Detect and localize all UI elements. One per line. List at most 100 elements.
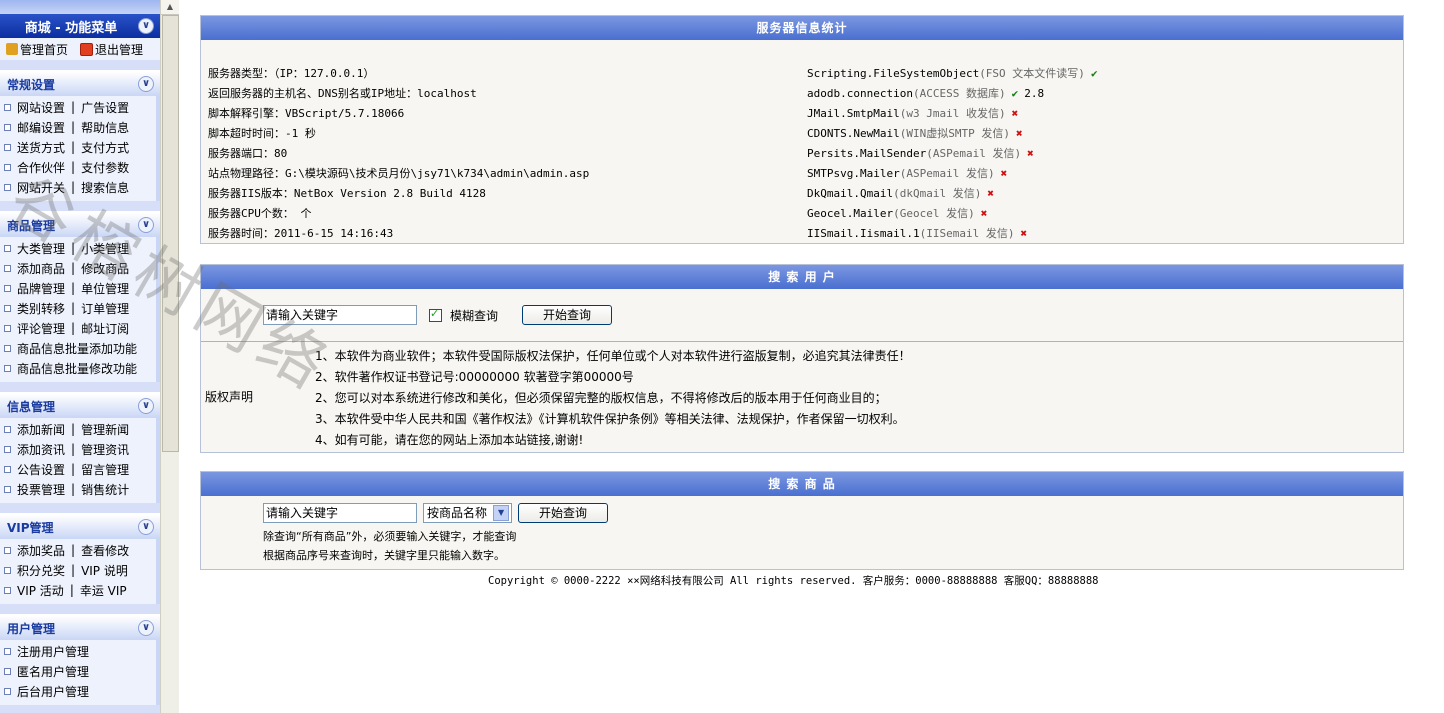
component-desc: (ASPemail 发信) [926,147,1022,160]
component-desc: (ASPemail 发信) [899,167,995,180]
bullet-icon [4,103,11,111]
logout-link[interactable]: 退出管理 [80,41,143,58]
scroll-up-icon[interactable]: ▲ [161,0,179,15]
menu-group: 用户管理 ∨ 注册用户管理 匿名用户管理 后台用户管理 [0,614,160,705]
menu-link[interactable]: 管理新闻 [81,421,129,438]
menu-link[interactable]: 后台用户管理 [17,683,89,700]
server-info-row: 服务器端口：80 [208,147,288,160]
menu-link[interactable]: 品牌管理 [17,280,65,297]
separator: | [71,422,76,436]
menu-row: 公告设置 | 留言管理 [0,459,156,479]
menu-link[interactable]: 商品信息批量修改功能 [17,360,137,377]
menu-row: 注册用户管理 [0,641,156,661]
menu-row: 邮编设置 | 帮助信息 [0,117,156,137]
component-row: SMTPsvg.Mailer(ASPemail 发信) ✖ [807,164,1098,184]
copyright-section: 版权声明 1、本软件为商业软件；本软件受国际版权法保护，任何单位或个人对本软件进… [201,341,1403,452]
menu-link[interactable]: 广告设置 [81,99,129,116]
exit-icon [80,42,94,56]
menu-group-header[interactable]: 信息管理 ∨ [0,394,160,418]
goods-keyword-input[interactable]: 请输入关键字 [263,503,417,523]
check-icon: ✔ [1090,67,1098,80]
goods-search-button[interactable]: 开始查询 [518,503,609,523]
menu-link[interactable]: VIP 活动 [17,582,64,599]
server-info-row: 服务器CPU个数： 个 [208,207,312,220]
bullet-icon [4,324,11,332]
menu-row: 积分兑奖 | VIP 说明 [0,560,156,580]
chevron-down-icon[interactable]: ∨ [138,76,154,92]
bullet-icon [4,244,11,252]
menu-link[interactable]: 销售统计 [81,481,129,498]
menu-link[interactable]: 管理资讯 [81,441,129,458]
menu-link[interactable]: 公告设置 [17,461,65,478]
component-version: 2.8 [1024,87,1045,100]
chevron-down-icon[interactable]: ∨ [138,519,154,535]
chevron-down-icon[interactable]: ∨ [138,398,154,414]
home-link-label: 管理首页 [20,42,69,57]
menu-link[interactable]: 幸运 VIP [80,582,127,599]
server-info-row: 服务器类型：（IP：127.0.0.1） [208,67,375,80]
copyright-line: 4、如有可能，请在您的网站上添加本站链接,谢谢! [315,433,584,447]
menu-link[interactable]: 支付方式 [81,139,129,156]
menu-link[interactable]: VIP 说明 [81,562,128,579]
logout-link-label: 退出管理 [95,42,144,57]
menu-link[interactable]: 评论管理 [17,320,65,337]
menu-title: 商城 - 功能菜单 [24,20,118,36]
menu-group-title: 用户管理 [7,621,56,636]
menu-group-header[interactable]: 常规设置 ∨ [0,72,160,96]
bullet-icon [4,143,11,151]
component-row: Geocel.Mailer(Geocel 发信) ✖ [807,204,1098,224]
vertical-scrollbar[interactable]: ▲ [160,0,179,713]
menu-link[interactable]: 投票管理 [17,481,65,498]
server-info-row: 服务器时间：2011-6-15 14:16:43 [208,227,394,240]
menu-link[interactable]: 邮编设置 [17,119,65,136]
component-name: adodb.connection [807,87,913,100]
cross-icon: ✖ [1000,167,1008,180]
menu-row: 商品信息批量添加功能 [0,338,156,358]
menu-link[interactable]: 添加奖品 [17,542,65,559]
menu-link[interactable]: 邮址订阅 [81,320,129,337]
menu-link[interactable]: 留言管理 [81,461,129,478]
fuzzy-checkbox[interactable] [429,307,442,322]
menu-group-body: 注册用户管理 匿名用户管理 后台用户管理 [0,640,160,705]
goods-search-row: 请输入关键字 按商品名称 ▼ 开始查询 [263,503,609,523]
menu-row: 匿名用户管理 [0,661,156,681]
menu-link[interactable]: 注册用户管理 [17,643,89,660]
menu-group: 信息管理 ∨ 添加新闻 | 管理新闻 添加资讯 | 管理资讯 公告设置 | 留言管理 投票管理 | 销售统… [0,392,160,503]
menu-row: 添加资讯 | 管理资讯 [0,439,156,459]
menu-link[interactable]: 商品信息批量添加功能 [17,340,137,357]
chevron-down-icon[interactable]: ▼ [493,505,510,521]
menu-link[interactable]: 帮助信息 [81,119,129,136]
server-info-title: 服务器信息统计 [201,16,1403,40]
menu-row: 网站设置 | 广告设置 [0,97,156,117]
menu-quick-links: 管理首页 退出管理 [0,38,160,60]
menu-link[interactable]: 添加资讯 [17,441,65,458]
copyright-line: 2、软件著作权证书登记号:00000000 软著登字第00000号 [315,370,634,384]
search-field-select[interactable]: 按商品名称 ▼ [423,503,513,523]
chevron-down-icon[interactable]: ∨ [138,18,154,34]
component-desc: (ACCESS 数据库) [912,87,1006,100]
cross-icon: ✖ [1015,127,1023,140]
menu-link[interactable]: 积分兑奖 [17,562,65,579]
menu-link[interactable]: 类别转移 [17,300,65,317]
menu-group-header[interactable]: 用户管理 ∨ [0,616,160,640]
user-search-title: 搜 索 用 户 [201,265,1403,289]
component-desc: (IISemail 发信) [919,227,1015,240]
menu-group-body: 添加新闻 | 管理新闻 添加资讯 | 管理资讯 公告设置 | 留言管理 投票管理 | 销售统计 [0,418,160,503]
component-name: IISmail.Iismail.1 [807,227,920,240]
menu-link[interactable]: 查看修改 [81,542,129,559]
component-name: DkQmail.Qmail [807,187,894,200]
server-info-panel: 服务器信息统计 服务器类型：（IP：127.0.0.1） 返回服务器的主机名、DN… [200,15,1404,244]
home-link[interactable]: 管理首页 [6,41,68,58]
menu-link[interactable]: 添加新闻 [17,421,65,438]
fuzzy-label: 模糊查询 [450,308,499,323]
user-search-button[interactable]: 开始查询 [522,305,613,325]
menu-link[interactable]: 网站设置 [17,99,65,116]
menu-group-header[interactable]: VIP管理 ∨ [0,515,160,539]
menu-link[interactable]: 匿名用户管理 [17,663,89,680]
component-desc: (Geocel 发信) [893,207,975,220]
bullet-icon [4,284,11,292]
menu-link[interactable]: 支付参数 [81,159,129,176]
chevron-down-icon[interactable]: ∨ [138,620,154,636]
component-row: adodb.connection(ACCESS 数据库) ✔ 2.8 [807,84,1098,104]
separator: | [71,100,76,114]
